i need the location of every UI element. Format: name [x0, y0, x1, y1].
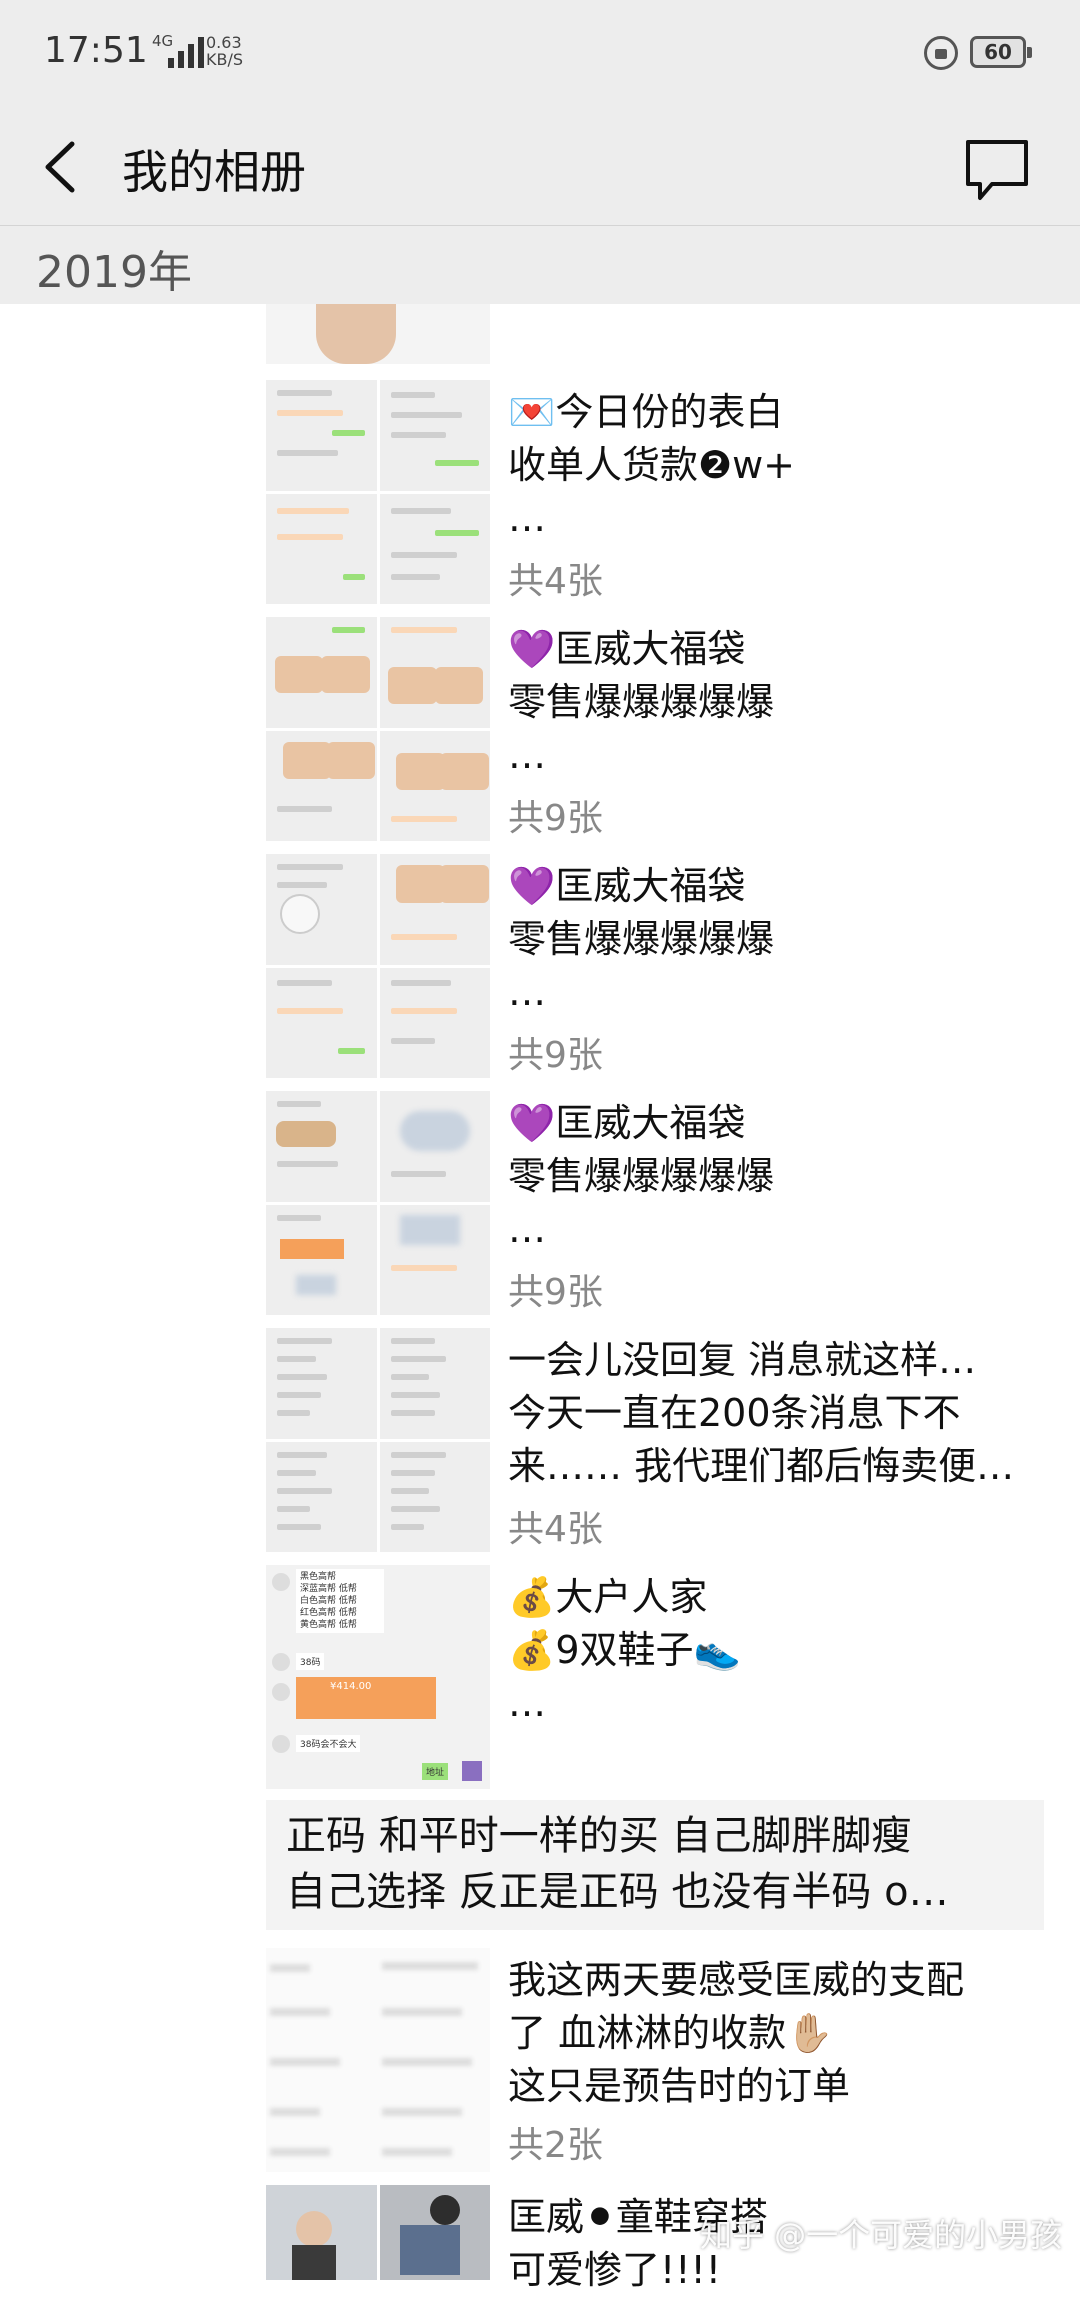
photo-count: 共4张	[508, 561, 603, 602]
post-thumbnail	[266, 380, 377, 491]
post-thumbnail	[266, 967, 377, 1078]
page-title: 我的相册	[122, 145, 306, 199]
year-section-header: 2019年	[0, 226, 1080, 304]
post-thumbnail	[266, 2185, 377, 2280]
chat-bubble-address: 地址	[422, 1763, 449, 1780]
post-text: 💌今日份的表白 收单人货款❷w+ …	[508, 390, 795, 540]
post-thumbnail	[266, 617, 377, 728]
post-thumbnail	[266, 304, 490, 364]
post-thumbnail	[379, 1328, 490, 1439]
post-text: 💜匡威大福袋 零售爆爆爆爆爆 …	[508, 627, 775, 777]
post-thumbnail-grid	[266, 1328, 490, 1552]
post-item[interactable]: 💜匡威大福袋 零售爆爆爆爆爆 … 共9张	[266, 617, 1046, 841]
text-post[interactable]: 正码 和平时一样的买 自己脚胖脚瘦 自己选择 反正是正码 也没有半码 o…	[266, 1800, 1044, 1930]
post-thumbnail	[379, 380, 490, 491]
post-thumbnail	[379, 730, 490, 841]
photo-count: 共2张	[508, 2125, 603, 2166]
rotation-lock-icon	[924, 36, 958, 70]
chat-bubble: 黑色高帮 深蓝高帮 低帮 白色高帮 低帮 红色高帮 低帮 黄色高帮 低帮	[296, 1569, 384, 1633]
watermark: 知乎 @一个可爱的小男孩	[700, 2216, 1063, 2254]
status-time: 17:51	[44, 30, 148, 71]
nav-header: 我的相册	[0, 110, 1080, 226]
post-item[interactable]: 我这两天要感受匡威的支配 了 血淋淋的收款✋🏼 这只是预告时的订单 共2张	[266, 1948, 1046, 2172]
network-speed-unit: KB/S	[206, 50, 244, 69]
post-thumbnail-grid	[266, 1091, 490, 1315]
post-item[interactable]: 💜匡威大福袋 零售爆爆爆爆爆 … 共9张	[266, 854, 1046, 1078]
battery-icon: 60	[970, 36, 1032, 68]
post-text: 💜匡威大福袋 零售爆爆爆爆爆 …	[508, 864, 775, 1014]
photo-count: 共9张	[508, 1035, 603, 1076]
post-item[interactable]: 一会儿没回复 消息就这样… 今天一直在200条消息下不 来…… 我代理们都后悔卖…	[266, 1328, 1046, 1552]
post-thumbnail	[266, 854, 377, 965]
post-item[interactable]: 💌今日份的表白 收单人货款❷w+ … 共4张	[266, 380, 1046, 604]
post-text: 一会儿没回复 消息就这样… 今天一直在200条消息下不 来…… 我代理们都后悔卖…	[508, 1338, 1015, 1488]
post-thumbnail	[379, 493, 490, 604]
post-thumbnail-grid	[266, 2185, 490, 2280]
back-arrow-icon[interactable]	[36, 132, 86, 202]
post-thumbnail	[379, 967, 490, 1078]
post-item[interactable]: 💜匡威大福袋 零售爆爆爆爆爆 … 共9张	[266, 1091, 1046, 1315]
post-thumbnail	[266, 493, 377, 604]
status-bar: 17:51 4G 0.63 KB/S 60	[0, 0, 1080, 110]
post-thumbnail	[266, 1204, 377, 1315]
chat-bubble-question: 38码会不会大	[296, 1735, 361, 1752]
post-thumbnail-grid	[266, 617, 490, 841]
post-item-partial[interactable]	[266, 304, 1046, 364]
post-thumbnail	[379, 617, 490, 728]
post-thumbnail	[379, 1204, 490, 1315]
photo-count: 共4张	[508, 1509, 603, 1550]
post-thumbnail	[266, 1091, 377, 1202]
post-thumbnail	[379, 1441, 490, 1552]
photo-count: 共9张	[508, 798, 603, 839]
post-thumbnail	[379, 1091, 490, 1202]
post-text: 我这两天要感受匡威的支配 了 血淋淋的收款✋🏼 这只是预告时的订单	[508, 1958, 965, 2108]
post-thumbnail	[266, 1328, 377, 1439]
post-thumbnail	[266, 730, 377, 841]
photo-count: 共9张	[508, 1272, 603, 1313]
signal-icon	[168, 36, 204, 68]
message-icon[interactable]	[962, 128, 1032, 208]
network-speed: 0.63 KB/S	[206, 34, 243, 68]
post-text: 正码 和平时一样的买 自己脚胖脚瘦 自己选择 反正是正码 也没有半码 o…	[286, 1813, 949, 1915]
post-text: 💜匡威大福袋 零售爆爆爆爆爆 …	[508, 1101, 775, 1251]
chat-bubble-size: 38码	[296, 1653, 325, 1670]
post-thumbnail: 黑色高帮 深蓝高帮 低帮 白色高帮 低帮 红色高帮 低帮 黄色高帮 低帮 38码…	[266, 1565, 490, 1789]
post-thumbnail	[379, 2185, 490, 2280]
post-thumbnail-grid	[266, 854, 490, 1078]
transfer-amount: ¥414.00	[330, 1681, 372, 1692]
battery-level: 60	[984, 40, 1012, 64]
post-thumbnail	[379, 854, 490, 965]
post-item[interactable]: 黑色高帮 深蓝高帮 低帮 白色高帮 低帮 红色高帮 低帮 黄色高帮 低帮 38码…	[266, 1565, 1046, 1789]
transfer-card: ¥414.00	[296, 1677, 436, 1719]
post-thumbnail-grid	[266, 380, 490, 604]
post-text: 💰大户人家 💰9双鞋子👟 …	[508, 1575, 741, 1725]
post-thumbnail	[266, 1948, 490, 2172]
year-label: 2019年	[36, 247, 192, 298]
post-thumbnail	[266, 1441, 377, 1552]
